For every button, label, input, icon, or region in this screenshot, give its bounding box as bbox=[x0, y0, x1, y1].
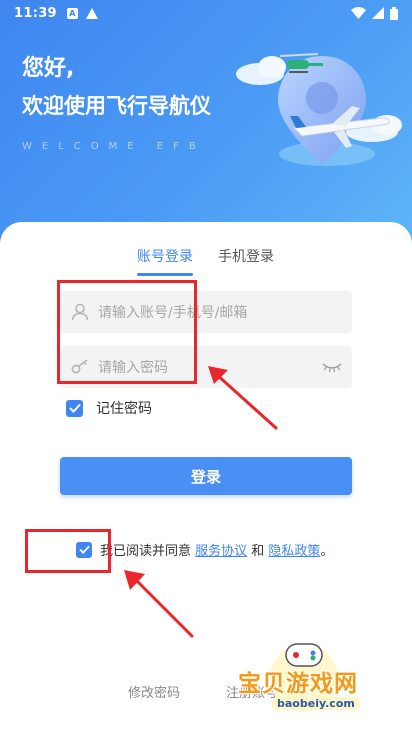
wifi-icon bbox=[351, 7, 366, 19]
agreement-text: 我已阅读并同意 服务协议 和 隐私政策。 bbox=[100, 540, 333, 559]
annotation-arrow-agreement bbox=[124, 570, 194, 638]
welcome-text: 欢迎使用飞行导航仪 bbox=[22, 94, 211, 118]
hero-banner: 11:39 A 您好, 欢迎使用飞行导航仪 WELCOME EFB bbox=[0, 0, 412, 250]
remember-label: 记住密码 bbox=[96, 401, 152, 417]
airplane-map-pin-illustration bbox=[236, 53, 402, 166]
remember-password-toggle[interactable]: 记住密码 bbox=[66, 398, 152, 418]
annotation-arrow-credentials bbox=[208, 366, 278, 430]
agreement-and: 和 bbox=[247, 544, 269, 559]
agreement-row: 我已阅读并同意 服务协议 和 隐私政策。 bbox=[76, 540, 333, 559]
greeting-text: 您好, bbox=[22, 56, 75, 81]
annotation-box-agreement bbox=[25, 529, 111, 573]
privacy-policy-link[interactable]: 隐私政策 bbox=[268, 544, 320, 559]
login-tabs: 账号登录 手机登录 bbox=[0, 244, 412, 284]
tab-account-login[interactable]: 账号登录 bbox=[137, 246, 193, 266]
annotation-box-credentials bbox=[57, 280, 197, 384]
status-left-icons: A bbox=[66, 7, 98, 19]
signal-icon bbox=[372, 7, 384, 19]
active-tab-indicator bbox=[137, 273, 193, 276]
watermark-title: 宝贝游戏网 bbox=[238, 671, 358, 697]
watermark-url: baobeiy.com bbox=[272, 697, 360, 710]
welcome-english-text: WELCOME EFB bbox=[22, 141, 206, 152]
status-right-icons bbox=[351, 6, 398, 20]
remember-checkbox[interactable] bbox=[66, 399, 83, 417]
eye-closed-icon[interactable] bbox=[322, 359, 342, 375]
change-password-link[interactable]: 修改密码 bbox=[128, 682, 180, 701]
agreement-suffix: 。 bbox=[320, 544, 334, 559]
service-agreement-link[interactable]: 服务协议 bbox=[195, 544, 247, 559]
app-notification-icon: A bbox=[66, 7, 78, 19]
status-bar: 11:39 A bbox=[0, 0, 412, 26]
warning-icon bbox=[85, 7, 98, 19]
check-icon bbox=[68, 403, 81, 413]
agreement-prefix: 我已阅读并同意 bbox=[100, 544, 196, 559]
login-button[interactable]: 登录 bbox=[60, 457, 352, 495]
status-time: 11:39 bbox=[14, 5, 57, 21]
tab-phone-login[interactable]: 手机登录 bbox=[218, 246, 274, 266]
battery-icon bbox=[390, 6, 398, 20]
